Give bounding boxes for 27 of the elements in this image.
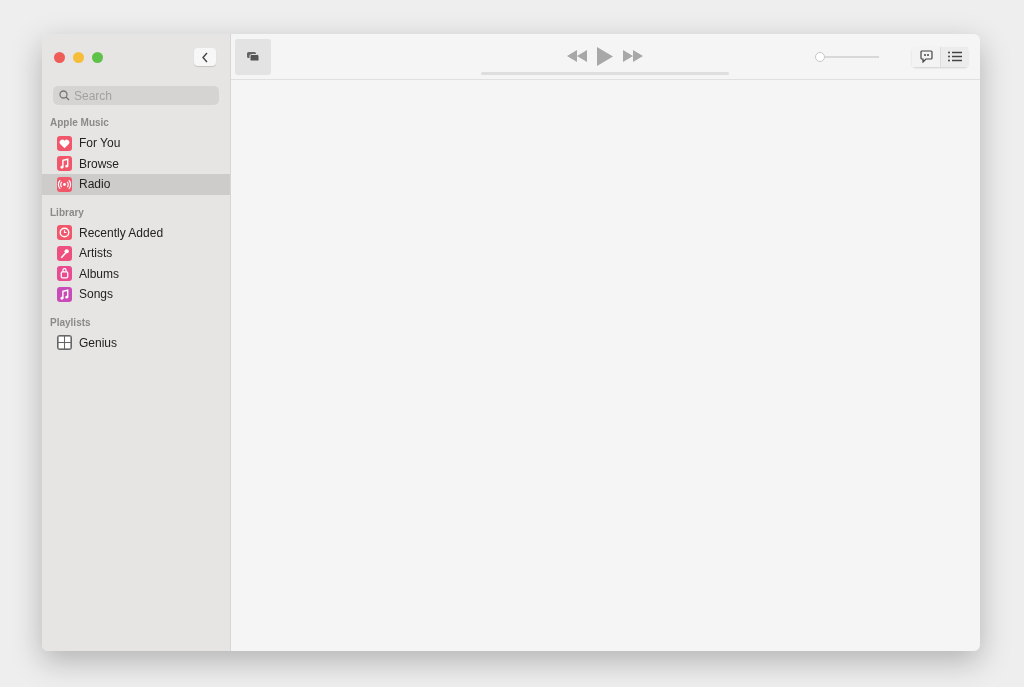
section-header: Library: [49, 206, 85, 218]
sidebar-item[interactable]: Songs: [42, 284, 230, 305]
volume-slider[interactable]: [815, 51, 879, 62]
section-header: Playlists: [49, 316, 92, 328]
minimize-button[interactable]: [73, 51, 84, 63]
zoom-button[interactable]: [92, 51, 103, 63]
speech-bubble-icon: [919, 50, 933, 63]
section-header: Apple Music: [49, 117, 110, 128]
list-icon: [947, 51, 962, 62]
fast-forward-button[interactable]: [623, 50, 643, 62]
lyrics-button[interactable]: [912, 46, 940, 67]
sidebar-item[interactable]: Artists: [42, 243, 230, 264]
sidebar-item[interactable]: Recently Added: [42, 222, 230, 243]
miniplayer-button[interactable]: [235, 38, 271, 75]
queue-button[interactable]: [940, 46, 968, 67]
sidebar-item[interactable]: Genius: [42, 332, 230, 353]
chevron-left-icon: [201, 51, 209, 63]
rewind-button[interactable]: [567, 50, 587, 62]
sidebar-item[interactable]: Albums: [42, 263, 230, 284]
volume-thumb[interactable]: [815, 51, 825, 62]
sidebar-item[interactable]: Radio: [42, 174, 230, 195]
windows-icon: [246, 51, 260, 62]
sidebar-item[interactable]: Browse: [42, 153, 230, 174]
back-button[interactable]: [194, 48, 216, 66]
close-button[interactable]: [54, 51, 65, 63]
sidebar-item[interactable]: For You: [42, 133, 230, 154]
play-button[interactable]: [597, 46, 613, 66]
